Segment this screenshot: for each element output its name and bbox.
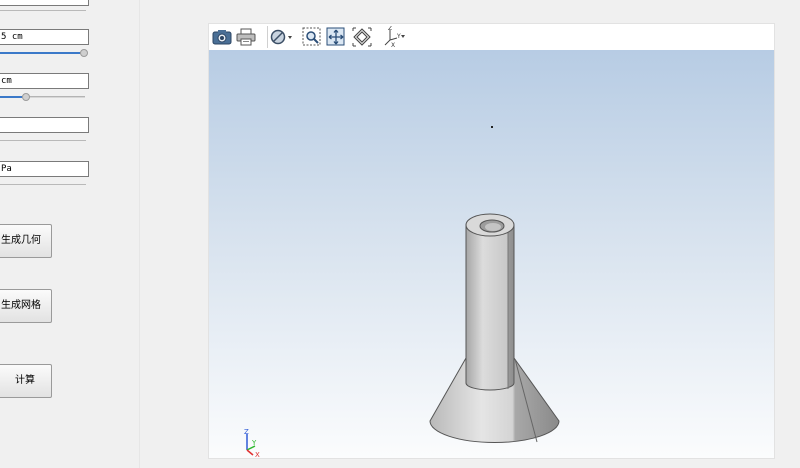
param-slider-1[interactable] — [0, 49, 88, 57]
view-style-icon[interactable] — [267, 26, 295, 48]
fit-all-icon[interactable] — [325, 26, 347, 48]
svg-text:Y: Y — [396, 33, 401, 40]
3d-canvas[interactable]: Z Y X — [209, 50, 774, 458]
printer-icon[interactable] — [235, 26, 257, 48]
generate-mesh-button[interactable]: 生成网格 — [0, 289, 52, 323]
slider-fill — [0, 96, 22, 98]
param-field-4[interactable] — [0, 117, 89, 133]
slider-thumb[interactable] — [22, 93, 30, 101]
compute-button[interactable]: 计算 — [0, 364, 52, 398]
slider-thumb[interactable] — [80, 49, 88, 57]
param-field-5[interactable]: Pa — [0, 161, 89, 177]
triad-y-label: Y — [251, 439, 257, 447]
3d-viewer: Z Y X Z Y X — [208, 23, 775, 459]
param-field-1[interactable] — [0, 0, 89, 6]
tube-cylinder — [465, 213, 515, 391]
triad-x-axis — [246, 449, 254, 456]
slider-fill — [0, 52, 80, 54]
param-field-2[interactable]: 5 cm — [0, 29, 89, 45]
axis-triad: Z Y X — [244, 428, 260, 458]
svg-text:X: X — [391, 42, 395, 48]
svg-text:Z: Z — [388, 26, 392, 32]
triad-z-label: Z — [244, 428, 249, 436]
param-field-3[interactable]: cm — [0, 73, 89, 89]
triad-x-label: X — [255, 451, 260, 458]
param-slider-2[interactable] — [0, 93, 88, 101]
parameter-panel: 5 cm cm Pa 生成几何 生成网格 计算 — [0, 0, 140, 468]
generate-geometry-button[interactable]: 生成几何 — [0, 224, 52, 258]
probe-point — [491, 126, 493, 128]
zoom-window-icon[interactable] — [301, 26, 323, 48]
divider-2 — [0, 140, 86, 141]
view-cube-icon[interactable] — [351, 26, 373, 48]
viewer-toolbar: Z Y X — [209, 24, 774, 50]
axis-orientation-icon[interactable]: Z Y X — [381, 26, 407, 48]
divider-3 — [0, 184, 86, 185]
camera-icon[interactable] — [211, 26, 233, 48]
divider-1 — [0, 10, 86, 11]
